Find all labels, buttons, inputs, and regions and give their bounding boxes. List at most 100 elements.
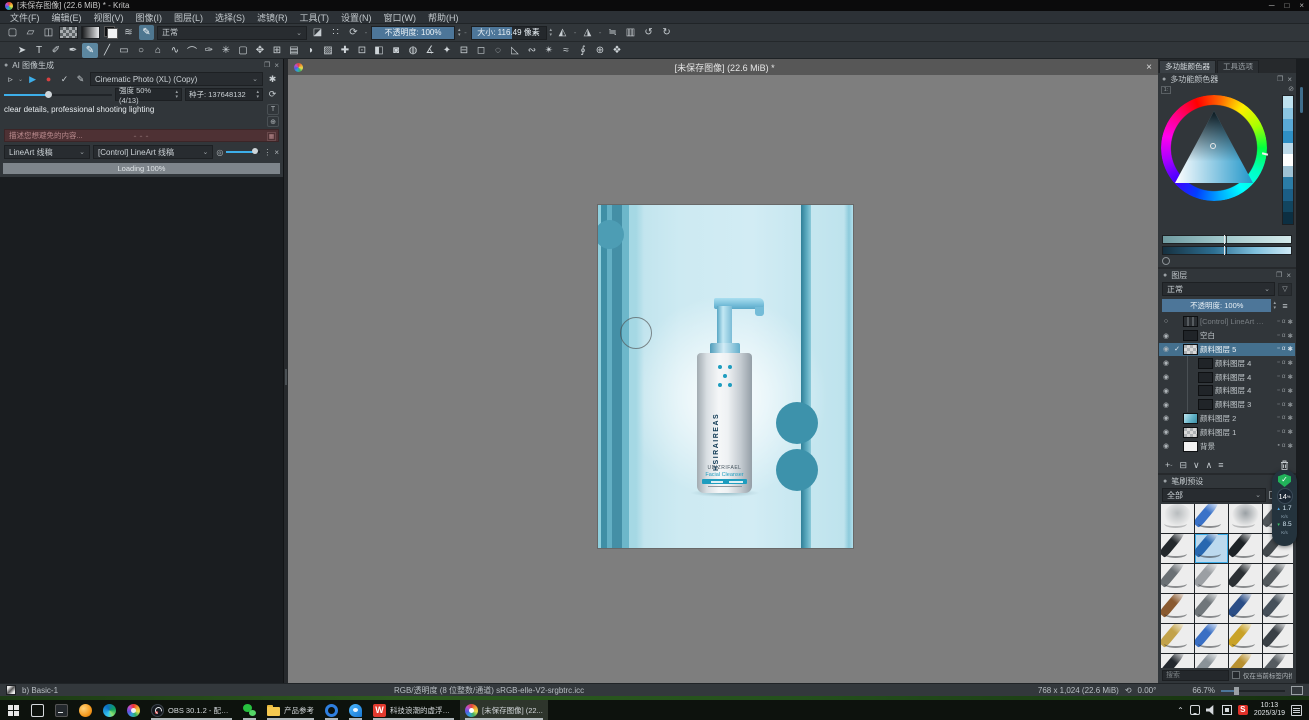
similar-select-tool[interactable]: ✴	[541, 43, 557, 58]
lock-icon[interactable]: ▫	[1277, 387, 1279, 395]
choose-brush-preset-button[interactable]: ✎	[139, 25, 154, 40]
layer-opacity-slider[interactable]: 不透明度: 100%	[1162, 299, 1271, 312]
color-sampler-tool[interactable]: ◗	[303, 43, 319, 58]
resize-handle[interactable]: ⌃⌃⌃	[132, 135, 150, 142]
mirror-vertical-button[interactable]: ◮	[580, 25, 595, 40]
visibility-on-icon[interactable]: ◉	[1161, 373, 1171, 381]
assistants-toggle-button[interactable]: ▥	[623, 25, 638, 40]
ellipse-select-tool[interactable]: ◌	[490, 43, 506, 58]
message-icon[interactable]	[1190, 705, 1200, 715]
layer-options-icon[interactable]: ≡	[1278, 299, 1292, 312]
brush-preset-cell[interactable]	[1263, 654, 1293, 668]
taskbar-clock[interactable]: 10:132025/3/19	[1254, 702, 1285, 718]
notification-center-icon[interactable]	[1291, 705, 1302, 716]
rect-select-tool[interactable]: ◻	[473, 43, 489, 58]
wraparound-mode-button[interactable]: ≒	[605, 25, 620, 40]
shade-3[interactable]	[1283, 131, 1293, 143]
apply-button[interactable]: ✓	[58, 73, 71, 86]
clone-tool[interactable]: ⊡	[354, 43, 370, 58]
lock-icon[interactable]: ▫	[1277, 359, 1279, 367]
polygon-select-tool[interactable]: ◺	[507, 43, 523, 58]
brush-preset-cell[interactable]	[1161, 654, 1194, 668]
brush-preset-cell[interactable]	[1195, 564, 1228, 593]
eraser-mode-button[interactable]: ◪	[310, 25, 325, 40]
menu-item-7[interactable]: 工具(T)	[294, 11, 336, 24]
menu-item-3[interactable]: 图像(I)	[130, 11, 169, 24]
pattern-swatch[interactable]	[59, 26, 78, 39]
select-shapes-tool[interactable]: ➤	[14, 43, 30, 58]
visibility-on-icon[interactable]: ◉	[1161, 442, 1171, 450]
gradient-tool[interactable]: ▤	[286, 43, 302, 58]
float-docker-icon[interactable]: ❐	[1276, 271, 1282, 279]
negative-prompt-settings-icon[interactable]: ▦	[267, 132, 276, 141]
generate-button[interactable]: ▶	[26, 73, 39, 86]
style-preset-select[interactable]: Cinematic Photo (XL) (Copy) ⌄	[90, 72, 263, 86]
layer-settings-icon[interactable]: ✱	[1288, 387, 1293, 395]
docker-tab-0[interactable]: 多功能颜色器	[1159, 60, 1216, 73]
ai-settings-icon[interactable]: ✱	[266, 73, 279, 86]
multibrush-tool[interactable]: ✳	[218, 43, 234, 58]
foreground-background-colors[interactable]	[103, 26, 118, 39]
control-type-select[interactable]: LineArt 线稿 ⌄	[4, 145, 90, 159]
blue-chat-app-button[interactable]	[344, 700, 367, 720]
shade-strip[interactable]	[1282, 95, 1294, 225]
layer-settings-icon[interactable]: ✱	[1288, 332, 1293, 340]
control-layer-select[interactable]: [Control] LineArt 线稿 ⌄	[93, 145, 213, 159]
menu-item-1[interactable]: 编辑(E)	[46, 11, 88, 24]
rotation-icon[interactable]: ⟲	[1125, 686, 1132, 695]
zoom-tool[interactable]: ⊕	[592, 43, 608, 58]
ellipse-tool[interactable]: ○	[133, 43, 149, 58]
alpha-icon[interactable]: α	[1282, 387, 1286, 395]
brush-preset-cell[interactable]	[1263, 624, 1293, 653]
brush-preset-cell[interactable]	[1161, 534, 1194, 563]
prompt-input[interactable]: clear details, professional shooting lig…	[4, 104, 264, 127]
strength-spinbox[interactable]: 强度 50% (4/13) ▴▾	[115, 88, 182, 101]
subwindow-close-icon[interactable]: ×	[1146, 62, 1152, 73]
reload-preset-button[interactable]: ⟳	[346, 25, 361, 40]
alpha-icon[interactable]: α	[1282, 359, 1286, 367]
layer-opacity-spinner[interactable]: ▴▾	[1273, 301, 1276, 311]
layer-row[interactable]: ◉颜料图层 4▫α✱	[1159, 370, 1295, 384]
color-app-button[interactable]	[122, 700, 145, 720]
document-window-button[interactable]: W科技浪潮的虚浮词...	[368, 700, 459, 720]
crop-tool[interactable]: ⊞	[269, 43, 285, 58]
orange-app-button[interactable]	[74, 700, 97, 720]
mirror-horizontal-button[interactable]: ◭	[555, 25, 570, 40]
move-layer-down-button[interactable]: ∨	[1193, 460, 1200, 471]
lock-icon[interactable]: ▫	[1277, 373, 1279, 381]
brush-search-input[interactable]: 搜索	[1162, 670, 1229, 681]
visibility-on-icon[interactable]: ◉	[1161, 332, 1171, 340]
brush-preset-cell[interactable]	[1263, 594, 1293, 623]
open-image-button[interactable]: ▱	[23, 25, 38, 40]
brush-preset-cell[interactable]	[1263, 564, 1293, 593]
close-docker-icon[interactable]: ×	[274, 61, 279, 70]
lock-icon[interactable]: ▫	[1277, 318, 1279, 326]
visibility-on-icon[interactable]: ◉	[1161, 401, 1171, 409]
alpha-icon[interactable]: α	[1282, 318, 1286, 326]
zoom-slider[interactable]	[1221, 686, 1285, 695]
lock-icon[interactable]: ▫	[1277, 332, 1279, 340]
freehand-select-tool[interactable]: ∾	[524, 43, 540, 58]
save-image-button[interactable]: ◫	[41, 25, 56, 40]
brush-preset-cell[interactable]	[1195, 654, 1228, 668]
randomize-seed-icon[interactable]: ⟳	[266, 88, 279, 101]
layer-row[interactable]: ◉颜料图层 1▫α✱	[1159, 425, 1295, 439]
docker-tab-1[interactable]: 工具选项	[1217, 60, 1259, 73]
edit-button[interactable]: ✎	[74, 73, 87, 86]
layer-settings-icon[interactable]: ✱	[1288, 373, 1293, 381]
brush-preset-cell[interactable]	[1195, 504, 1228, 533]
dynamic-brush-tool[interactable]: ✑	[201, 43, 217, 58]
document-image[interactable]: HSIRAIREAS UDIZRIFAEL Facial Cleanser	[598, 205, 853, 548]
scrollbar[interactable]	[1300, 87, 1303, 113]
layer-filter-icon[interactable]: ▽	[1278, 283, 1292, 296]
brush-preset-cell[interactable]	[1195, 534, 1228, 563]
start-button[interactable]	[2, 700, 25, 720]
obs-app-button[interactable]: OBS 30.1.2 - 配置...	[146, 700, 237, 720]
brush-tag-filter-select[interactable]: 全部 ⌄	[1162, 488, 1266, 502]
more-options-icon[interactable]: ⋮	[263, 148, 271, 157]
search-scope-checkbox[interactable]	[1232, 671, 1240, 679]
record-button[interactable]: ●	[42, 73, 55, 86]
visibility-on-icon[interactable]: ◉	[1161, 345, 1171, 353]
krita-window-button[interactable]: [未保存图像] (22...	[460, 700, 548, 720]
duplicate-layer-button[interactable]: ⊟	[1179, 460, 1187, 471]
